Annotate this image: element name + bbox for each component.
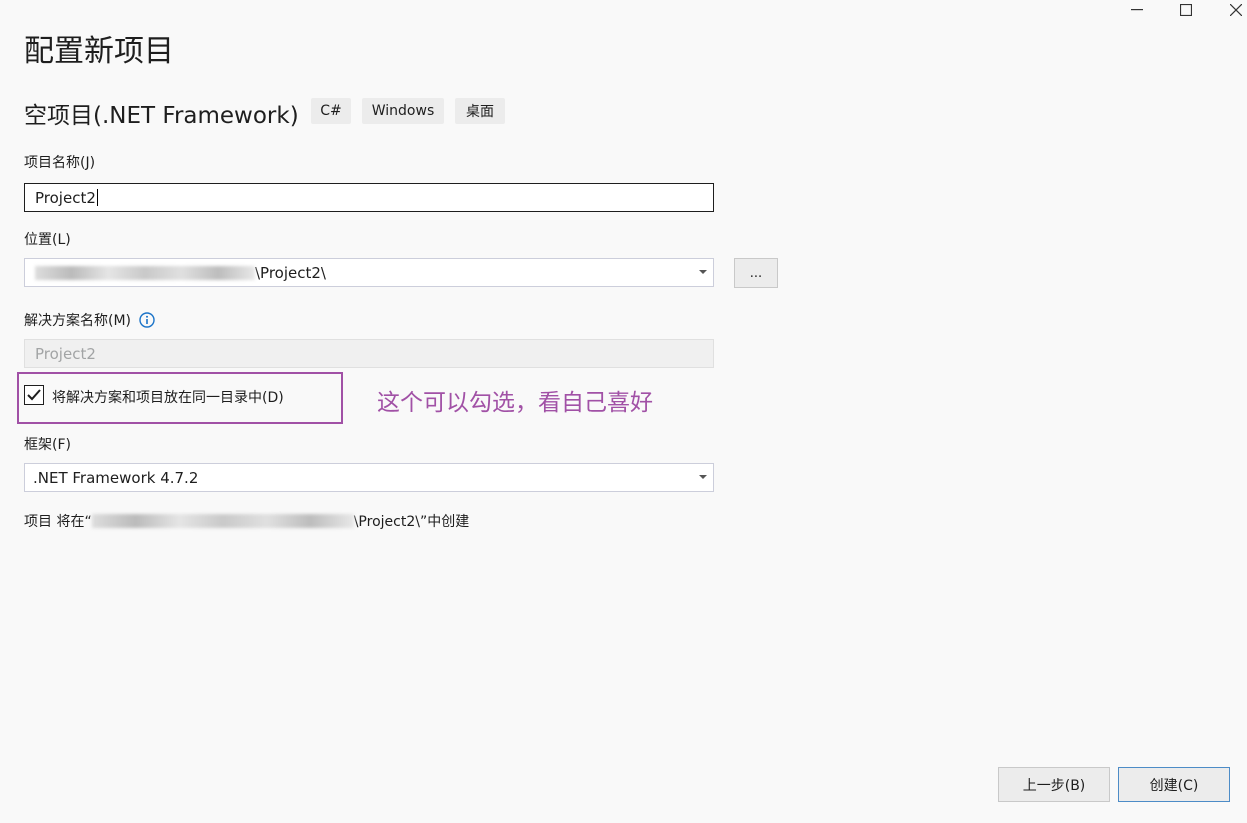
project-name-value: Project2 — [35, 188, 96, 207]
location-combobox[interactable]: \Project2\ — [24, 258, 714, 287]
solution-name-value: Project2 — [35, 344, 96, 363]
tag-type: 桌面 — [455, 98, 505, 124]
chevron-down-icon[interactable] — [699, 475, 707, 479]
same-directory-label[interactable]: 将解决方案和项目放在同一目录中(D) — [52, 387, 284, 407]
summary-prefix: 项目 将在“ — [24, 514, 92, 530]
annotation-text: 这个可以勾选，看自己喜好 — [377, 390, 653, 416]
checkmark-icon — [27, 389, 41, 401]
redacted-path — [35, 265, 255, 280]
framework-value: .NET Framework 4.7.2 — [33, 468, 199, 487]
framework-label: 框架(F) — [24, 437, 71, 453]
close-icon — [1230, 4, 1242, 16]
framework-combobox[interactable]: .NET Framework 4.7.2 — [24, 463, 714, 492]
tag-platform: Windows — [362, 98, 444, 124]
maximize-icon — [1180, 4, 1192, 16]
info-icon[interactable] — [139, 312, 155, 328]
same-directory-checkbox[interactable] — [24, 385, 44, 405]
text-caret — [96, 189, 98, 206]
template-name: 空项目(.NET Framework) — [24, 103, 299, 129]
maximize-button[interactable] — [1164, 0, 1208, 20]
creation-summary: 项目 将在“ \Project2\”中创建 — [24, 511, 469, 531]
close-window-button[interactable] — [1214, 0, 1247, 20]
back-button[interactable]: 上一步(B) — [998, 767, 1110, 802]
redacted-path — [91, 514, 354, 528]
create-button[interactable]: 创建(C) — [1118, 767, 1230, 802]
minimize-icon — [1131, 9, 1143, 11]
browse-button[interactable]: ... — [734, 258, 778, 288]
location-value-suffix: \Project2\ — [255, 263, 326, 282]
minimize-button[interactable] — [1115, 0, 1159, 20]
solution-name-input[interactable]: Project2 — [24, 339, 714, 368]
project-name-label: 项目名称(J) — [24, 155, 96, 171]
summary-suffix: \Project2\”中创建 — [353, 514, 470, 530]
chevron-down-icon[interactable] — [699, 270, 707, 274]
tag-language: C# — [311, 98, 351, 124]
project-name-input[interactable]: Project2 — [24, 183, 714, 212]
location-label: 位置(L) — [24, 232, 71, 248]
page-title: 配置新项目 — [24, 34, 174, 69]
solution-name-label: 解决方案名称(M) — [24, 313, 132, 329]
solution-name-label-row: 解决方案名称(M) — [24, 310, 155, 330]
